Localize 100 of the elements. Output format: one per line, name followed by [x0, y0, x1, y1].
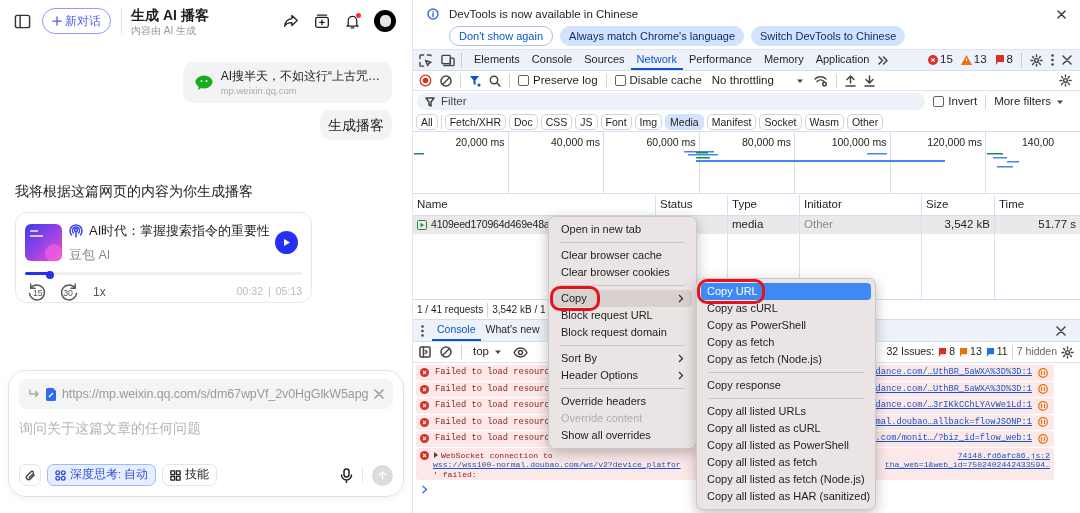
checkbox[interactable]: [614, 75, 626, 86]
more-options-icon[interactable]: [1051, 54, 1054, 66]
filter-icon[interactable]: [469, 74, 481, 87]
panel-tab[interactable]: Sources: [578, 50, 631, 70]
checkbox[interactable]: [933, 96, 945, 107]
menu-item[interactable]: Clear browser cache: [553, 247, 692, 264]
source-link[interactable]: dance.com/…UthBR_5aWXA%3D%3D:1: [875, 366, 1032, 380]
websocket-url[interactable]: tha_web=1&web_id=7502402442433594…: [884, 460, 1050, 470]
menu-item[interactable]: Copy: [553, 290, 692, 307]
clear-icon[interactable]: [440, 346, 452, 358]
skip-forward-button[interactable]: 30: [59, 282, 79, 302]
request-icon[interactable]: [1038, 400, 1048, 411]
type-filter-chip[interactable]: CSS: [540, 113, 573, 130]
close-icon[interactable]: [1056, 325, 1066, 336]
inspect-icon[interactable]: [419, 53, 432, 67]
link-card[interactable]: AI搜半天，不如这行“上古咒… mp.weixin.qq.com: [182, 62, 392, 103]
menu-item[interactable]: Block request domain: [553, 324, 692, 341]
upload-icon[interactable]: [844, 74, 856, 87]
prompt-icon[interactable]: [421, 484, 428, 494]
sidebar-icon[interactable]: [14, 12, 31, 30]
websocket-url[interactable]: wss://wss100-normal.doubao.com/ws/v2?device_platfor: [433, 460, 681, 470]
search-icon[interactable]: [489, 74, 501, 87]
menu-item[interactable]: Copy all listed as fetch (Node.js): [701, 471, 871, 488]
progress-thumb[interactable]: [45, 271, 54, 280]
avatar[interactable]: [374, 10, 396, 32]
speed-button[interactable]: 1x: [93, 283, 106, 301]
panel-tab[interactable]: Application: [809, 50, 876, 70]
panel-tab[interactable]: Network: [630, 50, 683, 70]
close-icon[interactable]: [1062, 55, 1072, 65]
type-filter-chip[interactable]: Other: [846, 113, 884, 130]
request-icon[interactable]: [1038, 367, 1048, 378]
share-icon[interactable]: [282, 12, 300, 30]
type-filter-chip[interactable]: Doc: [509, 113, 538, 130]
menu-item[interactable]: Copy all listed as cURL: [701, 420, 871, 437]
request-icon[interactable]: [1038, 433, 1048, 444]
menu-item[interactable]: Sort By: [553, 350, 692, 367]
menu-item[interactable]: Copy as cURL: [701, 300, 871, 317]
request-icon[interactable]: [1038, 384, 1048, 395]
column-header[interactable]: Name: [413, 195, 656, 215]
source-link[interactable]: .com/monit…/?biz_id=flow_web:1: [875, 432, 1032, 446]
more-filters-button[interactable]: More filters: [994, 92, 1076, 111]
close-icon[interactable]: [1057, 10, 1066, 19]
source-link[interactable]: dance.com/…3rIKkCChLYAvWe1Ld:1: [875, 399, 1032, 413]
type-filter-chip[interactable]: Manifest: [706, 113, 757, 130]
settings-icon[interactable]: [1030, 53, 1043, 67]
panel-tab[interactable]: Memory: [757, 50, 810, 70]
menu-item[interactable]: Copy all listed URLs: [701, 403, 871, 420]
type-filter-chip[interactable]: Font: [600, 113, 632, 130]
panel-tab[interactable]: Elements: [468, 50, 526, 70]
add-box-icon[interactable]: [313, 12, 331, 30]
mode-chip[interactable]: 深度思考: 自动: [47, 464, 157, 486]
infobar-button[interactable]: Always match Chrome's language: [560, 26, 744, 46]
type-filter-chip[interactable]: Img: [634, 113, 663, 130]
type-filter-chip[interactable]: JS: [575, 113, 598, 130]
column-header[interactable]: Initiator: [800, 195, 922, 215]
menu-item[interactable]: Copy as fetch (Node.js): [701, 351, 871, 368]
menu-item[interactable]: Copy all listed as PowerShell: [701, 437, 871, 454]
sidebar-icon[interactable]: [419, 346, 431, 358]
drawer-tab[interactable]: What's new: [480, 320, 545, 341]
filter-field[interactable]: Filter: [417, 93, 926, 110]
device-icon[interactable]: [441, 53, 455, 67]
skip-back-button[interactable]: 15: [27, 282, 47, 302]
more-tabs-icon[interactable]: [878, 55, 889, 65]
record-icon[interactable]: [419, 74, 432, 87]
infobar-button[interactable]: Don't show again: [449, 26, 554, 46]
source-link[interactable]: 74148.fd6afc86.js:2: [957, 450, 1050, 460]
request-icon[interactable]: [1038, 417, 1048, 428]
type-filter-chip[interactable]: Socket: [759, 113, 802, 130]
source-link[interactable]: dance.com/…UthBR_5aWXA%3D%3D:1: [875, 382, 1032, 396]
source-link[interactable]: mal.doubao…allback=flowJSONP:1: [875, 415, 1032, 429]
menu-item[interactable]: Block request URL: [553, 307, 692, 324]
menu-item[interactable]: Clear browser cookies: [553, 264, 692, 281]
infobar-button[interactable]: Switch DevTools to Chinese: [751, 26, 906, 46]
menu-item[interactable]: Copy as PowerShell: [701, 317, 871, 334]
type-filter-chip[interactable]: Wasm: [804, 113, 844, 130]
attach-button[interactable]: [19, 464, 41, 486]
menu-item[interactable]: Copy all listed as fetch: [701, 454, 871, 471]
network-conditions-icon[interactable]: [813, 74, 828, 87]
panel-tab[interactable]: Console: [525, 50, 579, 70]
column-header[interactable]: Time: [995, 195, 1080, 215]
download-icon[interactable]: [863, 74, 875, 87]
throttling-dropdown[interactable]: No throttling: [709, 71, 806, 90]
column-header[interactable]: Size: [922, 195, 995, 215]
menu-item[interactable]: Copy response: [701, 377, 871, 394]
mode-chip[interactable]: 技能: [162, 464, 218, 486]
type-filter-chip[interactable]: Fetch/XHR: [444, 113, 507, 130]
menu-item[interactable]: Override headers: [553, 393, 692, 410]
checkbox[interactable]: [518, 75, 529, 86]
menu-item[interactable]: Header Options: [553, 367, 692, 384]
more-options-icon[interactable]: [421, 324, 424, 337]
settings-icon[interactable]: [1059, 74, 1072, 87]
drawer-tab[interactable]: Console: [432, 320, 481, 341]
clear-icon[interactable]: [440, 74, 452, 87]
menu-item[interactable]: Copy all listed as HAR (sanitized): [701, 488, 871, 505]
type-filter-chip[interactable]: All: [416, 113, 438, 130]
question-input[interactable]: 询问关于这篇文章的任何问题: [19, 418, 393, 439]
play-button[interactable]: [275, 231, 298, 255]
column-header[interactable]: Type: [728, 195, 800, 215]
settings-icon[interactable]: [1061, 345, 1074, 359]
menu-item[interactable]: Show all overrides: [553, 427, 692, 444]
